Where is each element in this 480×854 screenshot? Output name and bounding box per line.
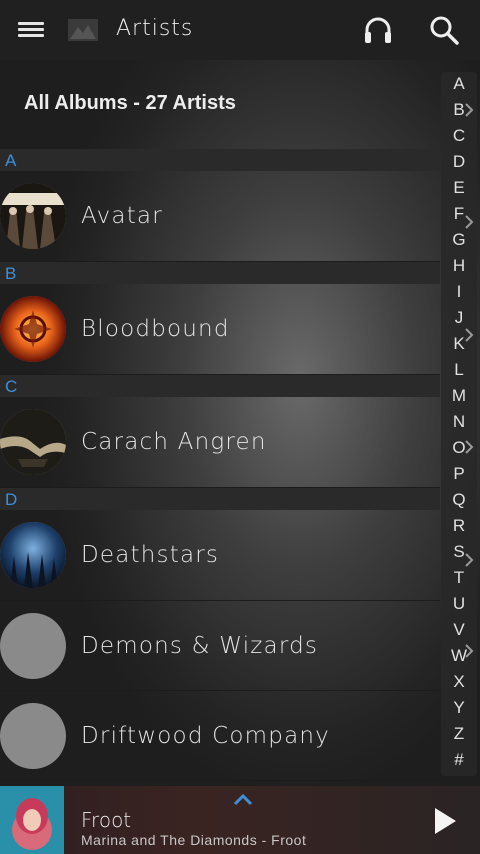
artist-avatar-placeholder bbox=[0, 703, 66, 769]
index-letter-j[interactable]: J bbox=[441, 308, 477, 328]
index-letter-y[interactable]: Y bbox=[441, 698, 477, 718]
index-letter-u[interactable]: U bbox=[441, 594, 477, 614]
section-header-b: B bbox=[0, 262, 440, 284]
artists-summary: All Albums - 27 Artists bbox=[24, 92, 236, 114]
index-letter-t[interactable]: T bbox=[441, 568, 477, 588]
chevron-right-icon bbox=[465, 553, 474, 567]
top-bar: Artists bbox=[0, 0, 480, 60]
artist-row-avatar[interactable]: Avatar bbox=[0, 171, 440, 262]
play-icon[interactable] bbox=[432, 806, 458, 836]
artist-avatar bbox=[0, 296, 66, 362]
chevron-right-icon bbox=[465, 644, 474, 658]
artist-name: Bloodbound bbox=[81, 316, 230, 342]
index-letter-z[interactable]: Z bbox=[441, 724, 477, 744]
index-letter-c[interactable]: C bbox=[441, 126, 477, 146]
index-letter-l[interactable]: L bbox=[441, 360, 477, 380]
now-playing-subtitle: Marina and The Diamonds - Froot bbox=[81, 832, 307, 848]
index-letter-n[interactable]: N bbox=[441, 412, 477, 432]
chevron-right-icon bbox=[465, 440, 474, 454]
alphabet-index[interactable]: A B C D E F G H I J K L M N O P Q R S T U V W X Y Z # bbox=[441, 72, 477, 776]
now-playing-title: Froot bbox=[81, 808, 132, 832]
index-letter-hash[interactable]: # bbox=[441, 750, 477, 770]
artist-row-driftwood-company[interactable]: Driftwood Company bbox=[0, 691, 440, 781]
index-letter-g[interactable]: G bbox=[441, 230, 477, 250]
chevron-right-icon bbox=[465, 103, 474, 117]
headphones-icon[interactable] bbox=[362, 14, 394, 46]
chevron-right-icon bbox=[465, 215, 474, 229]
index-letter-a[interactable]: A bbox=[441, 74, 477, 94]
artist-name: Driftwood Company bbox=[81, 723, 330, 749]
artist-name: Avatar bbox=[81, 203, 163, 229]
app: Artists All Albums - 27 Artists A Avatar… bbox=[0, 0, 480, 854]
index-letter-i[interactable]: I bbox=[441, 282, 477, 302]
chevron-up-icon[interactable] bbox=[233, 792, 253, 806]
page-title: Artists bbox=[116, 16, 194, 41]
index-letter-p[interactable]: P bbox=[441, 464, 477, 484]
artist-name: Deathstars bbox=[81, 542, 220, 568]
index-letter-d[interactable]: D bbox=[441, 152, 477, 172]
artist-name: Demons & Wizards bbox=[81, 633, 319, 659]
index-letter-r[interactable]: R bbox=[441, 516, 477, 536]
chevron-right-icon bbox=[465, 328, 474, 342]
index-letter-v[interactable]: V bbox=[441, 620, 477, 640]
section-header-d: D bbox=[0, 488, 440, 510]
artist-avatar bbox=[0, 183, 66, 249]
index-letter-m[interactable]: M bbox=[441, 386, 477, 406]
artist-avatar bbox=[0, 409, 66, 475]
index-letter-q[interactable]: Q bbox=[441, 490, 477, 510]
app-logo-icon bbox=[68, 19, 98, 41]
index-letter-h[interactable]: H bbox=[441, 256, 477, 276]
index-letter-e[interactable]: E bbox=[441, 178, 477, 198]
menu-icon[interactable] bbox=[18, 20, 44, 40]
index-letter-x[interactable]: X bbox=[441, 672, 477, 692]
artist-avatar bbox=[0, 522, 66, 588]
now-playing-bar[interactable]: Froot Marina and The Diamonds - Froot bbox=[0, 786, 480, 854]
artist-row-bloodbound[interactable]: Bloodbound bbox=[0, 284, 440, 375]
artist-row-demons-wizards[interactable]: Demons & Wizards bbox=[0, 601, 440, 691]
artist-row-deathstars[interactable]: Deathstars bbox=[0, 510, 440, 601]
artist-avatar-placeholder bbox=[0, 613, 66, 679]
search-icon[interactable] bbox=[428, 14, 460, 46]
artist-row-carach-angren[interactable]: Carach Angren bbox=[0, 397, 440, 488]
section-header-c: C bbox=[0, 375, 440, 397]
artist-name: Carach Angren bbox=[81, 429, 267, 455]
album-cover bbox=[0, 786, 64, 854]
section-header-a: A bbox=[0, 149, 440, 171]
